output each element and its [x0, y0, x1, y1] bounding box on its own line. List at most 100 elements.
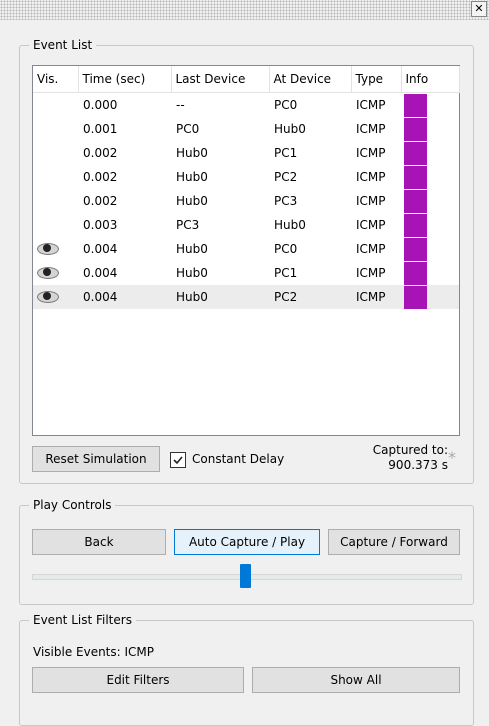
type-cell: ICMP — [356, 266, 386, 280]
time-cell: 0.002 — [83, 170, 118, 184]
column-header-time[interactable]: Time (sec) — [78, 66, 172, 93]
at-device-cell: PC2 — [269, 285, 351, 309]
info-swatch[interactable] — [404, 237, 427, 261]
last-device-cell: PC3 — [176, 218, 200, 232]
at-device-cell: PC1 — [274, 266, 298, 280]
last-device-cell: Hub0 — [176, 242, 208, 256]
constant-delay-checkbox[interactable] — [170, 451, 186, 468]
info-swatch[interactable] — [404, 117, 427, 141]
table-row[interactable]: 0.003 PC3 Hub0 ICMP — [33, 213, 459, 237]
title-bar: ✕ — [0, 0, 489, 20]
info-swatch[interactable] — [404, 93, 427, 117]
captured-to-readout: Captured to: 900.373 s — [373, 443, 448, 473]
type-cell: ICMP — [356, 218, 386, 232]
time-cell: 0.002 — [83, 146, 118, 160]
vis-cell[interactable] — [33, 189, 78, 213]
visible-events-row: Visible Events: ICMP — [33, 644, 154, 660]
last-device-cell: Hub0 — [176, 146, 208, 160]
column-header-last-device[interactable]: Last Device — [171, 66, 270, 93]
last-device-cell: Hub0 — [176, 266, 208, 280]
at-device-cell: PC0 — [274, 98, 298, 112]
info-swatch[interactable] — [404, 261, 427, 285]
info-cell[interactable] — [401, 237, 459, 261]
time-cell: 0.000 — [83, 98, 118, 112]
close-icon[interactable]: ✕ — [471, 1, 487, 17]
at-device-cell: PC0 — [274, 242, 298, 256]
edit-filters-button[interactable]: Edit Filters — [32, 667, 244, 693]
last-device-cell: Hub0 — [171, 285, 269, 309]
eye-icon[interactable] — [36, 266, 60, 279]
table-row[interactable]: 0.002 Hub0 PC3 ICMP — [33, 189, 459, 213]
checkmark-icon — [173, 455, 183, 464]
vis-cell[interactable] — [33, 165, 78, 189]
at-device-cell: Hub0 — [274, 218, 306, 232]
table-row[interactable]: 0.004 Hub0 PC0 ICMP — [33, 237, 459, 261]
info-swatch[interactable] — [404, 141, 427, 165]
table-row[interactable]: 0.002 Hub0 PC2 ICMP — [33, 165, 459, 189]
type-cell: ICMP — [356, 194, 386, 208]
column-header-vis[interactable]: Vis. — [33, 66, 79, 93]
info-cell[interactable] — [401, 189, 459, 213]
reset-simulation-button[interactable]: Reset Simulation — [32, 446, 160, 472]
type-cell: ICMP — [356, 122, 386, 136]
vis-cell[interactable] — [33, 93, 78, 118]
back-button[interactable]: Back — [32, 529, 166, 555]
info-cell[interactable] — [401, 117, 459, 141]
vis-cell[interactable] — [33, 117, 78, 141]
captured-to-label: Captured to: — [372, 443, 448, 457]
slider-thumb[interactable] — [240, 564, 251, 588]
vis-cell[interactable] — [33, 237, 78, 261]
info-cell[interactable] — [401, 213, 459, 237]
event-table: Vis. Time (sec) Last Device At Device Ty… — [32, 65, 460, 436]
filters-legend: Event List Filters — [29, 613, 136, 627]
play-controls-group: Play Controls — [19, 498, 474, 605]
info-swatch[interactable] — [404, 285, 427, 309]
play-controls-legend: Play Controls — [29, 498, 116, 512]
time-cell: 0.003 — [83, 218, 118, 232]
time-cell: 0.004 — [83, 242, 118, 256]
asterisk-icon: * — [448, 448, 456, 467]
table-row-selected[interactable]: 0.004 Hub0 PC2 ICMP — [33, 285, 459, 309]
column-header-at-device[interactable]: At Device — [269, 66, 352, 93]
table-header-row: Vis. Time (sec) Last Device At Device Ty… — [33, 66, 460, 93]
visible-events-label: Visible Events: — [33, 645, 121, 659]
last-device-cell: PC0 — [176, 122, 200, 136]
info-cell[interactable] — [401, 261, 459, 285]
vis-cell[interactable] — [33, 285, 78, 309]
info-swatch[interactable] — [404, 213, 427, 237]
type-cell: ICMP — [356, 146, 386, 160]
auto-capture-play-button[interactable]: Auto Capture / Play — [174, 529, 320, 555]
table-row[interactable]: 0.004 Hub0 PC1 ICMP — [33, 261, 459, 285]
show-all-button[interactable]: Show All — [252, 667, 460, 693]
info-cell[interactable] — [401, 141, 459, 165]
type-cell: ICMP — [356, 98, 386, 112]
vis-cell[interactable] — [33, 213, 78, 237]
type-cell: ICMP — [351, 285, 401, 309]
last-device-cell: Hub0 — [176, 194, 208, 208]
table-row[interactable]: 0.001 PC0 Hub0 ICMP — [33, 117, 459, 141]
info-swatch[interactable] — [404, 189, 427, 213]
info-swatch[interactable] — [404, 165, 427, 189]
last-device-cell: Hub0 — [176, 170, 208, 184]
time-cell: 0.004 — [78, 285, 171, 309]
vis-cell[interactable] — [33, 261, 78, 285]
table-row[interactable]: 0.000 -- PC0 ICMP — [33, 93, 459, 118]
time-cell: 0.002 — [83, 194, 118, 208]
info-cell[interactable] — [401, 165, 459, 189]
at-device-cell: PC3 — [274, 194, 298, 208]
captured-to-value: 900.373 s — [388, 458, 448, 472]
vis-cell[interactable] — [33, 141, 78, 165]
info-cell[interactable] — [401, 93, 459, 118]
info-cell[interactable] — [401, 285, 459, 309]
event-list-legend: Event List — [29, 38, 97, 52]
constant-delay-option[interactable]: Constant Delay — [170, 450, 284, 468]
at-device-cell: Hub0 — [274, 122, 306, 136]
eye-icon[interactable] — [36, 242, 60, 255]
column-header-type[interactable]: Type — [351, 66, 402, 93]
column-header-info[interactable]: Info — [401, 66, 460, 93]
eye-icon[interactable] — [36, 290, 60, 303]
capture-forward-button[interactable]: Capture / Forward — [328, 529, 460, 555]
type-cell: ICMP — [356, 242, 386, 256]
at-device-cell: PC1 — [274, 146, 298, 160]
table-row[interactable]: 0.002 Hub0 PC1 ICMP — [33, 141, 459, 165]
